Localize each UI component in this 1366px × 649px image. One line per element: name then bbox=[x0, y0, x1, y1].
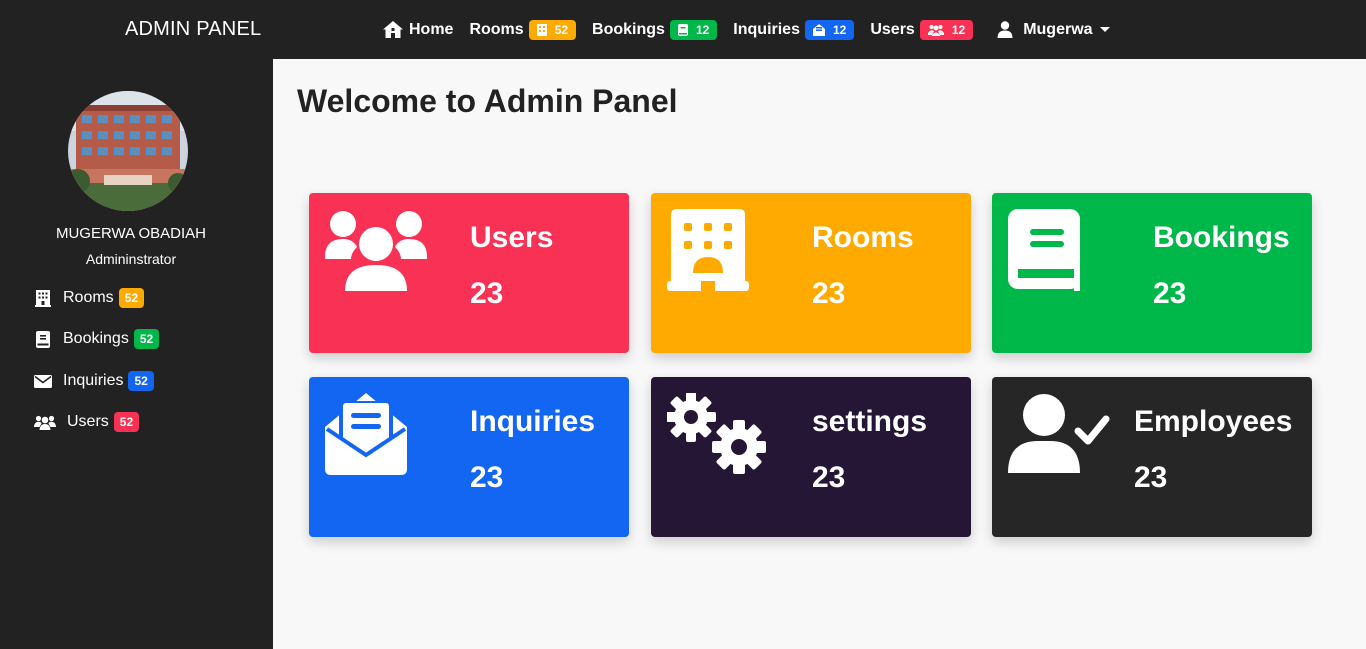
user-menu-label: Mugerwa bbox=[1023, 20, 1093, 38]
card-rooms[interactable]: Rooms 23 bbox=[651, 193, 971, 353]
nav-bookings-link[interactable]: Bookings 12 bbox=[592, 19, 718, 40]
sidebar-rooms-badge: 52 bbox=[118, 288, 145, 308]
nav-users-badge: 12 bbox=[919, 19, 974, 40]
top-navbar: ADMIN PANEL Home Rooms 52 Bookings 12 In… bbox=[0, 0, 1366, 59]
users-icon bbox=[927, 24, 944, 36]
page-title: Welcome to Admin Panel bbox=[297, 83, 678, 119]
avatar bbox=[68, 91, 188, 211]
building-icon bbox=[536, 23, 547, 36]
nav-bookings-badge: 12 bbox=[669, 19, 718, 40]
profile-name: MUGERWA OBADIAH bbox=[55, 225, 207, 242]
nav-home-link[interactable]: Home bbox=[383, 21, 453, 39]
brand-title[interactable]: ADMIN PANEL bbox=[125, 18, 261, 41]
sidebar-item-label: Bookings bbox=[63, 330, 129, 347]
card-count: 23 bbox=[470, 277, 504, 310]
sidebar-item-label: Rooms bbox=[63, 289, 114, 306]
sidebar-bookings-badge: 52 bbox=[133, 329, 160, 349]
card-label: settings bbox=[812, 405, 928, 438]
nav-inquiries-label: Inquiries bbox=[733, 20, 800, 38]
card-count: 23 bbox=[1134, 461, 1168, 494]
sidebar-users-badge: 52 bbox=[113, 412, 140, 432]
user-icon bbox=[997, 21, 1017, 39]
card-count: 23 bbox=[470, 461, 504, 494]
user-menu-dropdown[interactable]: Mugerwa bbox=[997, 20, 1110, 39]
card-bookings[interactable]: Bookings 23 bbox=[992, 193, 1312, 353]
envelope-icon bbox=[34, 372, 52, 390]
sidebar-inquiries-badge: 52 bbox=[128, 371, 154, 391]
card-label: Rooms bbox=[812, 221, 914, 254]
profile-role: Admininstrator bbox=[85, 251, 177, 267]
card-label: Employees bbox=[1134, 405, 1293, 438]
sidebar-item-users[interactable]: Users 52 bbox=[34, 412, 140, 432]
nav-links: Home Rooms 52 Bookings 12 Inquiries 12 U… bbox=[383, 0, 1126, 59]
card-employees[interactable]: Employees 23 bbox=[992, 377, 1312, 537]
nav-bookings-count: 12 bbox=[695, 22, 710, 37]
nav-rooms-count: 52 bbox=[554, 22, 569, 37]
card-count: 23 bbox=[1153, 277, 1187, 310]
book-icon bbox=[677, 23, 688, 36]
home-icon bbox=[383, 21, 403, 39]
sidebar: MUGERWA OBADIAH Admininstrator Rooms 52 … bbox=[0, 59, 273, 649]
users-icon bbox=[325, 209, 427, 296]
nav-home-label: Home bbox=[409, 20, 454, 38]
sidebar-item-inquiries[interactable]: Inquiries 52 bbox=[34, 371, 154, 391]
nav-bookings-label: Bookings bbox=[592, 20, 665, 38]
user-check-icon bbox=[1008, 393, 1110, 480]
nav-users-link[interactable]: Users 12 bbox=[870, 19, 974, 40]
nav-inquiries-badge: 12 bbox=[804, 19, 855, 40]
building-icon bbox=[34, 289, 52, 307]
nav-inquiries-link[interactable]: Inquiries 12 bbox=[733, 19, 855, 40]
sidebar-item-bookings[interactable]: Bookings 52 bbox=[34, 329, 160, 349]
chevron-down-icon bbox=[1099, 27, 1110, 32]
building-icon bbox=[667, 209, 749, 296]
nav-rooms-label: Rooms bbox=[469, 20, 524, 38]
card-inquiries[interactable]: Inquiries 23 bbox=[309, 377, 629, 537]
nav-inquiries-count: 12 bbox=[832, 22, 847, 37]
book-icon bbox=[1008, 209, 1080, 296]
sidebar-item-rooms[interactable]: Rooms 52 bbox=[34, 288, 145, 308]
envelope-open-icon bbox=[812, 23, 825, 36]
card-label: Inquiries bbox=[470, 405, 596, 438]
book-icon bbox=[34, 330, 52, 348]
nav-users-count: 12 bbox=[951, 22, 966, 37]
card-count: 23 bbox=[812, 461, 846, 494]
card-label: Users bbox=[470, 221, 554, 254]
sidebar-item-label: Users bbox=[67, 413, 109, 430]
card-count: 23 bbox=[812, 277, 846, 310]
nav-users-label: Users bbox=[870, 20, 915, 38]
envelope-open-icon bbox=[325, 393, 407, 480]
card-settings[interactable]: settings 23 bbox=[651, 377, 971, 537]
card-label: Bookings bbox=[1153, 221, 1290, 254]
sidebar-item-label: Inquiries bbox=[63, 372, 124, 389]
nav-rooms-link[interactable]: Rooms 52 bbox=[469, 19, 577, 40]
users-icon bbox=[34, 413, 56, 431]
nav-rooms-badge: 52 bbox=[528, 19, 577, 40]
card-users[interactable]: Users 23 bbox=[309, 193, 629, 353]
gears-icon bbox=[666, 392, 769, 480]
